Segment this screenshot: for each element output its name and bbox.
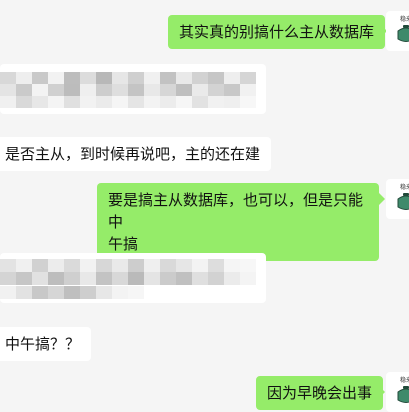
bubble-tail (379, 193, 385, 205)
message-bubble-incoming[interactable]: 中午搞？？ (0, 327, 92, 361)
message-bubble-outgoing[interactable]: 因为早晚会出事 (256, 376, 384, 410)
bubble-tail (379, 386, 385, 398)
avatar-tag: 稳来 (399, 377, 409, 384)
tea-pot-icon (397, 386, 409, 403)
message-bubble-outgoing[interactable]: 要是搞主从数据库，也可以，但是只能中 午搞 (97, 183, 379, 261)
pixelation-mosaic (0, 72, 260, 108)
avatar[interactable]: 稳来 (386, 372, 409, 412)
avatar[interactable]: 稳来 (386, 11, 409, 51)
message-bubble-outgoing[interactable]: 其实真的别搞什么主从数据库 (168, 15, 386, 49)
avatar-tag: 稳来 (399, 184, 409, 191)
message-bubble-incoming-redacted[interactable] (0, 64, 266, 114)
message-bubble-incoming-redacted[interactable] (0, 253, 266, 303)
message-bubble-incoming[interactable]: 是否主从，到时候再说吧，主的还在建 (0, 137, 272, 171)
tea-pot-icon (397, 25, 409, 42)
tea-pot-icon (397, 193, 409, 210)
avatar[interactable]: 稳来 (386, 179, 409, 219)
avatar-tag: 稳来 (399, 16, 409, 23)
pixelation-mosaic (0, 259, 260, 299)
